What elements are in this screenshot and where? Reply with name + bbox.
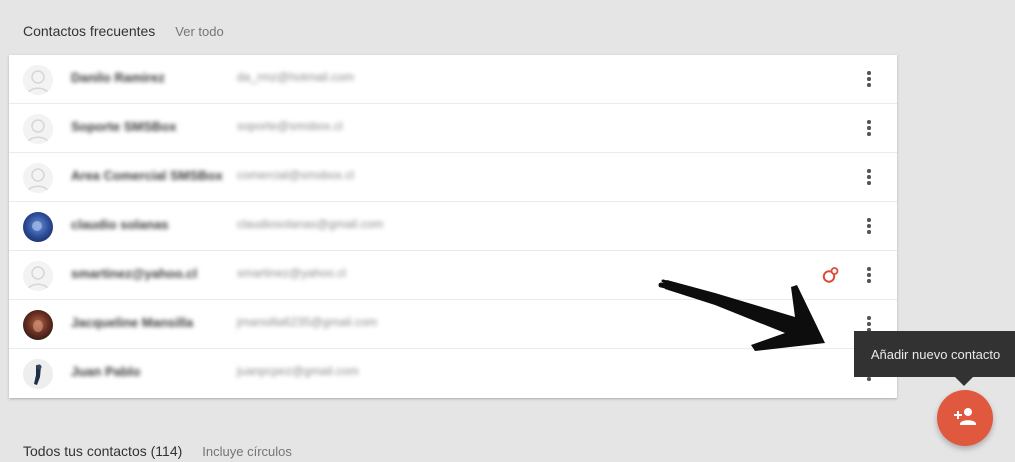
avatar — [23, 261, 53, 291]
contact-row[interactable]: Soporte SMSBox soporte@smsbox.cl — [9, 104, 897, 153]
avatar — [23, 65, 53, 95]
contact-name: Juan Pablo — [71, 364, 141, 379]
contact-email: da_rmz@hotmail.com — [237, 70, 354, 84]
more-vert-icon[interactable] — [857, 67, 881, 91]
more-vert-icon[interactable] — [857, 116, 881, 140]
contact-name: Jacqueline Mansilla — [71, 315, 194, 330]
contact-name: claudio solanas — [71, 217, 169, 232]
avatar — [23, 359, 53, 389]
contact-row[interactable]: Danilo Ramirez da_rmz@hotmail.com — [9, 55, 897, 104]
contact-name: Danilo Ramirez — [71, 70, 165, 85]
contact-name: Area Comercial SMSBox — [71, 168, 223, 183]
avatar — [23, 212, 53, 242]
all-contacts-title: Todos tus contactos (114) — [23, 443, 183, 459]
more-vert-icon[interactable] — [857, 165, 881, 189]
all-contacts-header: Todos tus contactos (114) Incluye círcul… — [23, 443, 292, 459]
tooltip-arrow — [955, 377, 973, 386]
add-contact-button[interactable] — [937, 390, 993, 446]
more-vert-icon[interactable] — [857, 263, 881, 287]
contact-email: smartinez@yahoo.cl — [237, 266, 346, 280]
contact-name: Soporte SMSBox — [71, 119, 177, 134]
add-contact-tooltip: Añadir nuevo contacto — [854, 331, 1015, 377]
person-add-icon — [953, 404, 977, 433]
more-vert-icon[interactable] — [857, 214, 881, 238]
tooltip-text: Añadir nuevo contacto — [870, 346, 1001, 362]
annotation-arrow-icon — [658, 279, 825, 351]
avatar — [23, 310, 53, 340]
contact-email: soporte@smsbox.cl — [237, 119, 343, 133]
frequent-contacts-header: Contactos frecuentes Ver todo — [23, 23, 224, 39]
avatar — [23, 163, 53, 193]
contact-name: smartinez@yahoo.cl — [71, 266, 198, 281]
contact-email: comercial@smsbox.cl — [237, 168, 354, 182]
contact-row[interactable]: claudio solanas claudiosolanas@gmail.com — [9, 202, 897, 251]
contact-row[interactable]: Area Comercial SMSBox comercial@smsbox.c… — [9, 153, 897, 202]
contact-email: jmansilla6235@gmail.com — [237, 315, 378, 329]
includes-circles-label: Incluye círculos — [202, 444, 292, 459]
contact-email: claudiosolanas@gmail.com — [237, 217, 384, 231]
avatar — [23, 114, 53, 144]
frequent-contacts-title: Contactos frecuentes — [23, 23, 156, 39]
contact-email: juanpcpez@gmail.com — [237, 364, 359, 378]
view-all-link[interactable]: Ver todo — [175, 24, 223, 39]
